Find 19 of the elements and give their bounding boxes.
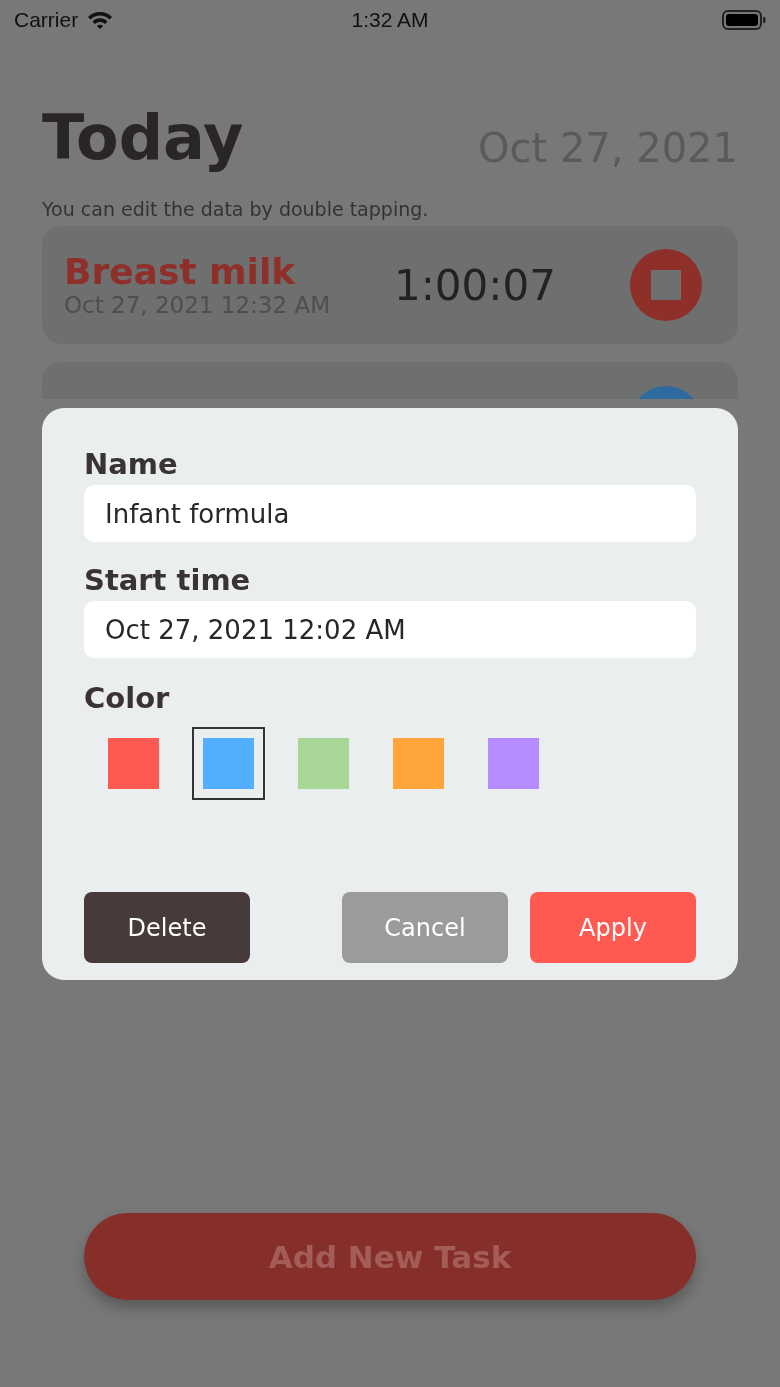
apply-button[interactable]: Apply [530,892,696,963]
field-label: Color [84,680,171,716]
cancel-button[interactable]: Cancel [342,892,508,963]
elapsed-timer: 1:00:07 [394,260,557,310]
delete-button[interactable]: Delete [84,892,250,963]
task-name: Breast milk [64,252,297,292]
stop-icon [651,270,681,300]
hint-text: You can edit the data by double tapping. [41,197,430,222]
field-label: Name [84,446,179,482]
clock-time: 1:32 AM [351,8,429,31]
carrier-label: Carrier [14,8,79,32]
task-card[interactable] [42,362,738,399]
wifi-icon [86,10,115,30]
field-label: Start time [84,562,252,598]
input-field[interactable]: Infant formula [84,485,696,542]
color-swatch[interactable] [192,727,265,800]
page-title: Today [42,102,244,174]
battery-icon [722,10,766,30]
input-field[interactable]: Oct 27, 2021 12:02 AM [84,601,696,658]
